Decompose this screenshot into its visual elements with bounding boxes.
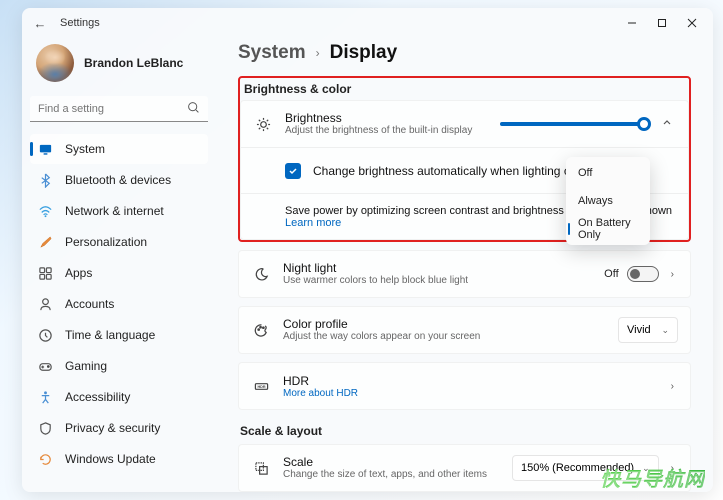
scale-card[interactable]: Scale Change the size of text, apps, and… — [238, 444, 691, 492]
search-icon — [187, 101, 200, 119]
window-title: Settings — [60, 17, 100, 29]
breadcrumb: System › Display — [238, 38, 691, 76]
main-content: System › Display Brightness & color Brig… — [216, 38, 713, 492]
search-box[interactable] — [30, 96, 208, 122]
minimize-button[interactable] — [617, 8, 647, 38]
auto-brightness-label: Change brightness automatically when lig… — [313, 164, 609, 178]
breadcrumb-current: Display — [330, 42, 398, 64]
highlighted-region: Brightness & color Brightness Adjust the… — [238, 76, 691, 242]
night-light-card[interactable]: Night light Use warmer colors to help bl… — [238, 250, 691, 298]
nav-list: System Bluetooth & devices Network & int… — [30, 134, 208, 474]
hdr-icon: HDR — [251, 379, 271, 394]
sidebar-item-gaming[interactable]: Gaming — [30, 351, 208, 381]
sidebar-item-time[interactable]: Time & language — [30, 320, 208, 350]
svg-text:HDR: HDR — [257, 384, 265, 388]
scale-icon — [251, 461, 271, 476]
scale-sub: Change the size of text, apps, and other… — [283, 469, 500, 481]
sidebar-item-apps[interactable]: Apps — [30, 258, 208, 288]
color-profile-title: Color profile — [283, 317, 606, 331]
sidebar-item-label: Personalization — [65, 235, 147, 249]
maximize-button[interactable] — [647, 8, 677, 38]
chevron-right-icon: › — [316, 46, 320, 60]
night-light-sub: Use warmer colors to help block blue lig… — [283, 275, 592, 287]
sun-icon — [253, 117, 273, 132]
palette-icon — [251, 323, 271, 338]
back-button[interactable]: ← — [28, 16, 52, 31]
hdr-card[interactable]: HDR HDR More about HDR › — [238, 362, 691, 410]
night-light-title: Night light — [283, 261, 592, 275]
bluetooth-icon — [38, 173, 53, 188]
expand-button[interactable] — [658, 114, 676, 135]
sidebar-item-accessibility[interactable]: Accessibility — [30, 382, 208, 412]
dropdown-option-battery[interactable]: On Battery Only — [566, 215, 650, 243]
chevron-right-icon[interactable]: › — [667, 459, 678, 478]
sidebar-item-update[interactable]: Windows Update — [30, 444, 208, 474]
moon-icon — [251, 267, 271, 282]
sidebar-item-label: Network & internet — [65, 204, 164, 218]
section-scale-layout: Scale & layout — [240, 424, 691, 438]
brightness-title: Brightness — [285, 111, 488, 125]
sidebar-item-privacy[interactable]: Privacy & security — [30, 413, 208, 443]
brightness-slider[interactable] — [500, 122, 650, 126]
update-icon — [38, 452, 53, 467]
hdr-title: HDR — [283, 374, 655, 388]
sidebar-item-label: Accessibility — [65, 390, 130, 404]
scale-title: Scale — [283, 455, 500, 469]
wifi-icon — [38, 204, 53, 219]
user-name: Brandon LeBlanc — [84, 56, 183, 70]
brightness-row[interactable]: Brightness Adjust the brightness of the … — [241, 101, 688, 147]
brightness-dropdown: Off Always On Battery Only — [566, 157, 650, 245]
brightness-sub: Adjust the brightness of the built-in di… — [285, 125, 488, 137]
dropdown-option-always[interactable]: Always — [566, 187, 650, 215]
sidebar-item-label: Time & language — [65, 328, 155, 342]
breadcrumb-parent[interactable]: System — [238, 42, 306, 64]
clock-icon — [38, 328, 53, 343]
search-input[interactable] — [30, 96, 208, 122]
system-icon — [38, 142, 53, 157]
color-profile-combo[interactable]: Vivid⌄ — [618, 317, 678, 343]
avatar — [36, 44, 74, 82]
color-profile-card[interactable]: Color profile Adjust the way colors appe… — [238, 306, 691, 354]
sidebar-item-personalization[interactable]: Personalization — [30, 227, 208, 257]
settings-window: ← Settings Brandon LeBlanc System Blueto… — [22, 8, 713, 492]
sidebar-item-label: Bluetooth & devices — [65, 173, 171, 187]
sidebar-item-network[interactable]: Network & internet — [30, 196, 208, 226]
sidebar-item-label: Accounts — [65, 297, 114, 311]
chevron-down-icon: ⌄ — [661, 325, 669, 336]
titlebar: ← Settings — [22, 8, 713, 38]
close-button[interactable] — [677, 8, 707, 38]
color-profile-sub: Adjust the way colors appear on your scr… — [283, 331, 606, 343]
sidebar-item-label: Gaming — [65, 359, 107, 373]
sidebar-item-system[interactable]: System — [30, 134, 208, 164]
sidebar-item-label: System — [65, 142, 105, 156]
accessibility-icon — [38, 390, 53, 405]
profile[interactable]: Brandon LeBlanc — [30, 38, 208, 96]
night-light-toggle-label: Off — [604, 268, 618, 280]
night-light-toggle[interactable] — [627, 266, 659, 282]
hdr-link[interactable]: More about HDR — [283, 388, 655, 399]
person-icon — [38, 297, 53, 312]
chevron-right-icon[interactable]: › — [667, 265, 678, 284]
sidebar-item-label: Apps — [65, 266, 92, 280]
brush-icon — [38, 235, 53, 250]
auto-brightness-checkbox[interactable] — [285, 163, 301, 179]
sidebar-item-label: Windows Update — [65, 452, 156, 466]
apps-icon — [38, 266, 53, 281]
sidebar-item-bluetooth[interactable]: Bluetooth & devices — [30, 165, 208, 195]
chevron-right-icon[interactable]: › — [667, 377, 678, 396]
chevron-down-icon: ⌄ — [642, 463, 650, 474]
scale-combo[interactable]: 150% (Recommended)⌄ — [512, 455, 659, 481]
dropdown-option-off[interactable]: Off — [566, 159, 650, 187]
sidebar-item-label: Privacy & security — [65, 421, 160, 435]
section-brightness-color: Brightness & color — [240, 78, 689, 100]
game-icon — [38, 359, 53, 374]
sidebar-item-accounts[interactable]: Accounts — [30, 289, 208, 319]
shield-icon — [38, 421, 53, 436]
sidebar: Brandon LeBlanc System Bluetooth & devic… — [22, 38, 216, 492]
